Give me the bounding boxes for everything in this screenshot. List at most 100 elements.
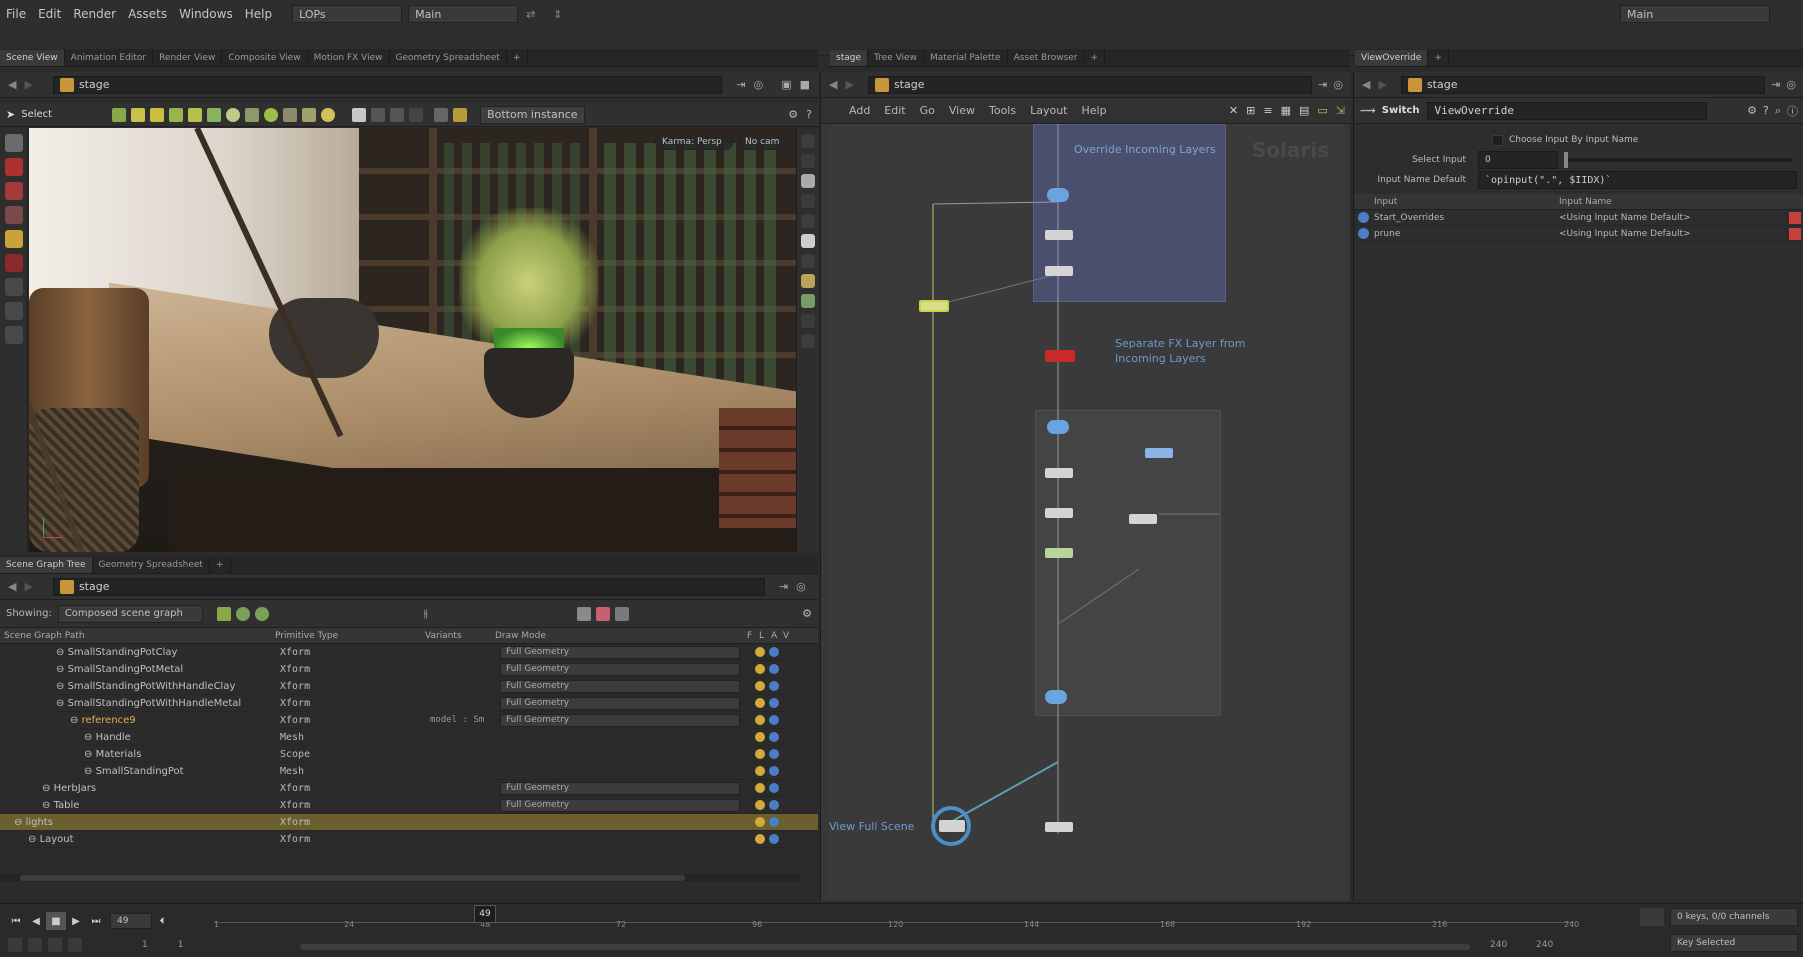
list-icon[interactable]: ≡ xyxy=(1263,104,1272,117)
tab-animation-editor[interactable]: Animation Editor xyxy=(65,50,154,66)
slider-handle[interactable] xyxy=(1564,152,1568,168)
sphere-icon[interactable] xyxy=(226,107,241,122)
range-slider[interactable] xyxy=(300,944,1470,950)
move-tool-icon[interactable] xyxy=(4,158,23,176)
select-tool-icon[interactable] xyxy=(4,134,23,152)
visible-icon[interactable] xyxy=(769,749,779,759)
pose-tool-icon[interactable] xyxy=(4,230,23,248)
snapshot-icon[interactable] xyxy=(800,274,815,288)
merge-node[interactable] xyxy=(1047,188,1069,202)
leaf-icon[interactable] xyxy=(169,107,184,122)
menu-assets[interactable]: Assets xyxy=(128,7,167,21)
net-menu-go[interactable]: Go xyxy=(920,104,935,117)
view-tool-icon[interactable] xyxy=(4,326,23,344)
brush-icon[interactable] xyxy=(390,107,405,122)
expand-toggle-icon[interactable]: ⊖ xyxy=(56,698,68,709)
key-selected-dropdown[interactable]: Key Selected xyxy=(1670,934,1798,952)
table-row[interactable]: ⊖ Layout Xform xyxy=(0,831,818,848)
tab-tree-view[interactable]: Tree View xyxy=(868,50,924,66)
info-icon[interactable]: ⓘ xyxy=(1787,103,1798,119)
pin-icon[interactable]: ⇥ xyxy=(779,580,788,593)
scrollbar-thumb[interactable] xyxy=(20,875,685,881)
table-row[interactable]: ⊖ SmallStandingPotWithHandleClay Xform Ful… xyxy=(0,678,818,695)
rotate-tool-icon[interactable] xyxy=(4,182,23,200)
node-name-field[interactable]: ViewOverride xyxy=(1427,101,1708,120)
vis-icon[interactable] xyxy=(800,314,815,328)
forward-icon[interactable]: ▶ xyxy=(24,580,32,593)
table-row[interactable]: ⊖ Table Xform Full Geometry xyxy=(0,797,818,814)
add-tab-icon[interactable]: + xyxy=(1085,50,1106,66)
add-tab-icon[interactable]: + xyxy=(507,50,528,66)
horizontal-scrollbar[interactable] xyxy=(0,874,800,882)
toggle-icon[interactable] xyxy=(800,334,815,348)
col-path[interactable]: Scene Graph Path xyxy=(0,631,275,641)
ring-icon[interactable] xyxy=(264,107,279,122)
context-dropdown[interactable]: LOPs xyxy=(292,5,403,23)
pin-icon[interactable]: ⇥ xyxy=(1771,78,1780,91)
fx-node-1[interactable] xyxy=(1045,468,1073,478)
ghost-icon[interactable] xyxy=(800,254,815,268)
swap-icon[interactable]: ⇄ xyxy=(526,8,535,21)
gear-icon[interactable]: ⚙ xyxy=(788,108,798,121)
expand-toggle-icon[interactable]: ⊖ xyxy=(56,664,68,675)
visible-icon[interactable] xyxy=(769,783,779,793)
expand-toggle-icon[interactable]: ⊖ xyxy=(84,766,96,777)
filter-c-icon[interactable] xyxy=(615,606,630,621)
back-icon[interactable]: ◀ xyxy=(8,580,16,593)
expand-toggle-icon[interactable]: ⊖ xyxy=(14,817,26,828)
remove-input-icon[interactable] xyxy=(1789,211,1801,224)
table-row[interactable]: ⊖ HerbJars Xform Full Geometry xyxy=(0,780,818,797)
flag-icon[interactable] xyxy=(188,107,203,122)
menu-windows[interactable]: Windows xyxy=(179,7,233,21)
magnet-tool-icon[interactable] xyxy=(4,254,23,272)
table-row[interactable]: ⊖ SmallStandingPotMetal Xform Full Geometr… xyxy=(0,661,818,678)
help-icon[interactable]: ? xyxy=(1763,104,1769,117)
key-icon[interactable] xyxy=(1640,908,1664,926)
expand-toggle-icon[interactable]: ⊖ xyxy=(84,749,96,760)
link-icon[interactable]: ◎ xyxy=(1786,78,1796,91)
visible-icon[interactable] xyxy=(769,732,779,742)
frame-field[interactable]: 49 xyxy=(110,913,152,929)
table-row[interactable]: ⊖ lights Xform xyxy=(0,814,818,831)
expand-toggle-icon[interactable]: ⊖ xyxy=(70,715,82,726)
add-tab-icon[interactable]: + xyxy=(1428,50,1449,66)
visible-icon[interactable] xyxy=(769,817,779,827)
showing-dropdown[interactable]: Composed scene graph xyxy=(57,604,203,623)
instance-dropdown[interactable]: Bottom instance xyxy=(480,105,586,124)
col-f[interactable]: F xyxy=(747,631,759,641)
display-icon[interactable] xyxy=(800,134,815,148)
link-icon[interactable]: ◎ xyxy=(754,78,764,91)
camera-view-icon[interactable] xyxy=(800,234,815,248)
fx-node-3[interactable] xyxy=(1045,548,1073,558)
visible-icon[interactable] xyxy=(769,834,779,844)
back-icon[interactable]: ◀ xyxy=(1362,78,1370,91)
forward-icon[interactable]: ▶ xyxy=(1378,78,1386,91)
col-a[interactable]: A xyxy=(771,631,783,641)
search-prims-icon[interactable] xyxy=(254,606,269,621)
expand-toggle-icon[interactable]: ⊖ xyxy=(56,681,68,692)
net-menu-edit[interactable]: Edit xyxy=(884,104,905,117)
table-row[interactable]: ⊖ SmallStandingPot Mesh xyxy=(0,763,818,780)
play-back-icon[interactable]: ◀ xyxy=(26,912,46,930)
col-draw-mode[interactable]: Draw Mode xyxy=(495,631,747,641)
jump-end-icon[interactable]: ⏭ xyxy=(86,912,106,930)
activate-icon[interactable] xyxy=(755,783,765,793)
draw-mode-dropdown[interactable]: Full Geometry xyxy=(500,662,740,676)
maximize-icon[interactable]: ■ xyxy=(800,78,810,91)
expand-toggle-icon[interactable]: ⊖ xyxy=(42,783,54,794)
activate-icon[interactable] xyxy=(755,834,765,844)
menu-file[interactable]: File xyxy=(6,7,26,21)
fx-merge-node[interactable] xyxy=(1047,420,1069,434)
range-icon[interactable] xyxy=(8,938,22,952)
draw-mode-dropdown[interactable]: Full Geometry xyxy=(500,696,740,710)
network-canvas[interactable]: Solaris Override Incoming Layers Separat… xyxy=(829,124,1343,901)
table-row[interactable]: ⊖ Materials Scope xyxy=(0,746,818,763)
step-back-icon[interactable]: ⏴ xyxy=(152,912,172,930)
tab-scene-graph-tree[interactable]: Scene Graph Tree xyxy=(0,557,93,573)
right-desktop-dropdown[interactable]: Main xyxy=(1620,5,1770,23)
visible-icon[interactable] xyxy=(769,715,779,725)
param-path-field[interactable]: stage xyxy=(1400,75,1766,94)
snap-net-icon[interactable]: ⇲ xyxy=(1336,104,1345,117)
visible-icon[interactable] xyxy=(769,800,779,810)
bulb-icon[interactable] xyxy=(800,214,815,228)
